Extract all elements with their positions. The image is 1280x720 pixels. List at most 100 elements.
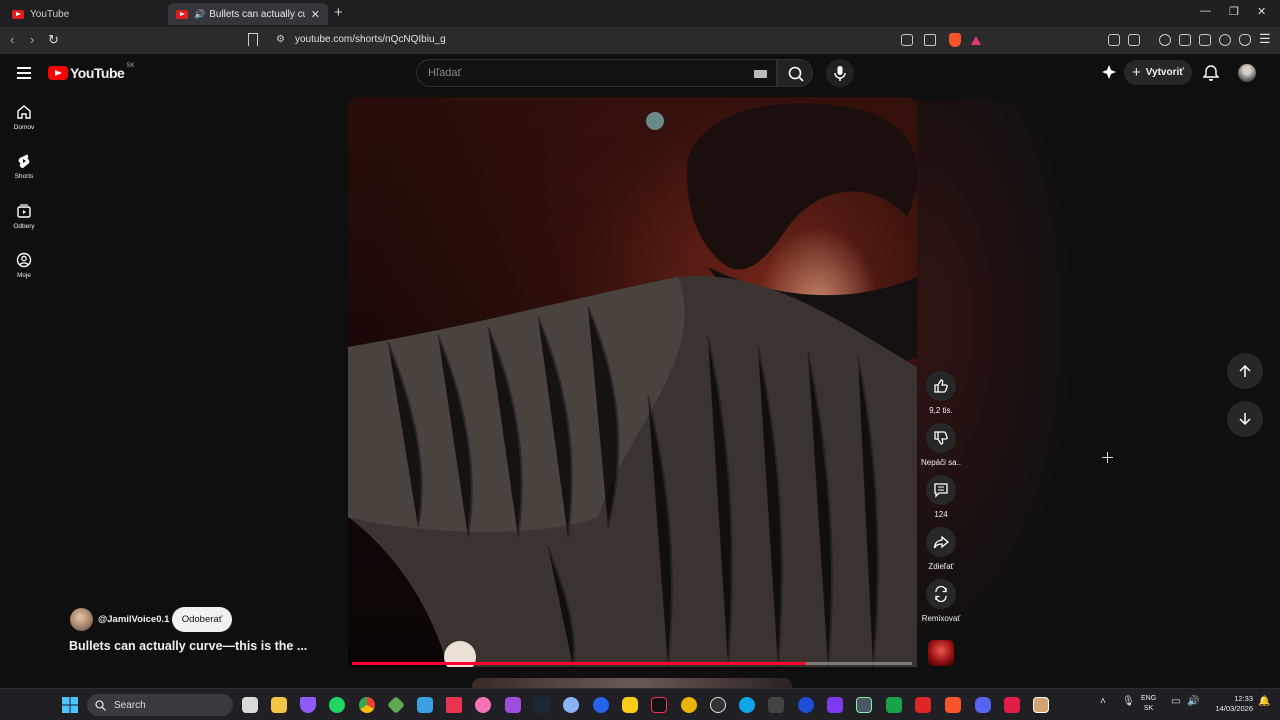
next-short-button[interactable] [1227, 401, 1263, 437]
spotify-icon[interactable] [329, 697, 345, 713]
extensions-icon[interactable] [1108, 34, 1120, 46]
app-blue-icon[interactable] [593, 697, 609, 713]
sidebar-item-shorts[interactable]: Shorts [4, 153, 44, 180]
notepad-icon[interactable] [417, 697, 433, 713]
app-chart-icon[interactable] [886, 697, 902, 713]
sidebar-item-subscriptions[interactable]: Odbery [4, 203, 44, 230]
bookmark-icon[interactable] [248, 33, 258, 46]
like-button[interactable]: 9,2 tis. [918, 371, 964, 415]
notifications-bell-icon[interactable] [1203, 64, 1219, 81]
youtube-logo[interactable]: YouTube SK [48, 63, 134, 81]
voice-search-button[interactable] [826, 59, 854, 87]
minimize-icon[interactable]: — [1200, 5, 1211, 17]
subscribe-button[interactable]: Odoberať [172, 607, 232, 632]
sound-source-thumbnail[interactable] [928, 640, 954, 666]
app-grey-icon[interactable] [768, 697, 784, 713]
cast-icon[interactable] [901, 34, 913, 46]
wallet-icon[interactable] [1199, 34, 1211, 46]
lang-bottom: SK [1143, 705, 1154, 712]
share-button[interactable]: Zdieľať [918, 527, 964, 571]
tab-close-icon[interactable]: ✕ [311, 8, 320, 21]
keyboard-icon[interactable] [754, 70, 767, 78]
account-avatar[interactable] [1238, 64, 1256, 82]
search-input[interactable]: Hľadať [416, 59, 777, 87]
notifications-icon[interactable]: 🔔 [1258, 696, 1270, 707]
leo-ai-icon[interactable] [1219, 34, 1231, 46]
browser-tab-youtube[interactable]: YouTube [4, 3, 164, 25]
obsidian-icon[interactable] [505, 697, 521, 713]
file-explorer-icon[interactable] [271, 697, 287, 713]
search-button[interactable] [777, 59, 813, 87]
chrome-icon[interactable] [359, 697, 375, 713]
back-icon[interactable]: ‹ [10, 32, 14, 47]
sidebar-item-home[interactable]: Domov [4, 104, 44, 131]
discord-icon[interactable] [975, 697, 991, 713]
proton-vpn-icon[interactable] [300, 697, 316, 713]
video-progress-bar[interactable] [352, 662, 912, 665]
tray-overflow-icon[interactable]: ˄ [1100, 696, 1106, 707]
system-clock[interactable]: 12:33 14/03/2026 [1207, 694, 1253, 714]
media-icon[interactable] [1159, 34, 1171, 46]
plus-icon: + [1131, 64, 1141, 81]
create-button[interactable]: + Vytvoriť [1124, 60, 1192, 85]
search-placeholder: Hľadať [428, 67, 462, 79]
terminal-icon[interactable] [856, 697, 872, 713]
youtube-favicon-icon [12, 9, 24, 19]
github-icon[interactable] [710, 697, 726, 713]
brave-shields-icon[interactable] [949, 33, 961, 47]
brave-rewards-icon[interactable] [971, 36, 981, 45]
channel-name[interactable]: @JamilVoice0.1 [98, 614, 169, 625]
sidebar-item-you[interactable]: Moje [4, 252, 44, 279]
app-bolt-icon[interactable] [446, 697, 462, 713]
minecraft-icon[interactable] [386, 695, 406, 715]
app-rose-icon[interactable] [1004, 697, 1020, 713]
address-bar-url[interactable]: youtube.com/shorts/nQcNQIbiu_g [295, 34, 446, 45]
share-page-icon[interactable] [924, 34, 936, 46]
screenshot-icon[interactable] [1128, 34, 1140, 46]
menu-icon[interactable]: ☰ [1259, 31, 1271, 47]
previous-short-button[interactable] [1227, 353, 1263, 389]
vpn-icon[interactable] [1239, 34, 1251, 46]
app-sphere-icon[interactable] [563, 697, 579, 713]
windows-taskbar: Search ˄ 🎙 ENG SK ▭ 🔊 12:33 14/03/2026 🔔 [0, 688, 1280, 720]
ai-sparkle-icon[interactable] [1101, 64, 1117, 80]
short-video-player[interactable] [348, 97, 917, 667]
comments-button[interactable]: 124 [918, 475, 964, 519]
next-short-preview[interactable] [472, 678, 792, 688]
language-indicator[interactable]: ENG SK [1141, 694, 1156, 714]
sidebar-toggle-icon[interactable] [1179, 34, 1191, 46]
windows-start-icon[interactable] [62, 697, 78, 713]
volume-icon[interactable]: 🔊 [1187, 696, 1199, 707]
taskbar-search-box[interactable]: Search [87, 694, 233, 716]
app-purple-icon[interactable] [827, 697, 843, 713]
remix-button[interactable]: Remixovať [918, 579, 964, 623]
channel-avatar[interactable] [70, 608, 93, 631]
app-coin-icon[interactable] [681, 697, 697, 713]
browser-tab-short[interactable]: 🔊 Bullets can actually curve—this is the… [168, 3, 328, 25]
app-red-icon[interactable] [915, 697, 931, 713]
reload-icon[interactable]: ↻ [48, 32, 59, 48]
steam-icon[interactable] [534, 697, 550, 713]
network-icon[interactable]: ▭ [1171, 696, 1180, 707]
video-title[interactable]: Bullets can actually curve—this is the .… [69, 639, 307, 653]
microphone-tray-icon[interactable]: 🎙 [1122, 696, 1135, 707]
edge-icon[interactable] [739, 697, 755, 713]
tiktok-icon[interactable] [651, 697, 667, 713]
app-yellow-icon[interactable] [622, 697, 638, 713]
restore-icon[interactable]: ❐ [1229, 5, 1239, 18]
tab-title: YouTube [30, 8, 70, 20]
site-info-icon[interactable]: ⚙ [276, 34, 285, 45]
brave-browser-icon[interactable] [945, 697, 961, 713]
app-active-icon[interactable] [1033, 697, 1049, 713]
search-icon [95, 699, 106, 711]
forward-icon[interactable]: › [30, 32, 34, 47]
you-icon [16, 252, 32, 268]
dislike-button[interactable]: Nepáči sa.. [918, 423, 964, 467]
window-close-icon[interactable]: ✕ [1257, 5, 1266, 18]
app-globe-icon[interactable] [798, 697, 814, 713]
speaker-icon[interactable]: 🔊 [194, 9, 205, 20]
new-tab-icon[interactable]: + [334, 4, 343, 21]
app-pink-icon[interactable] [475, 697, 491, 713]
hamburger-menu-icon[interactable] [17, 67, 31, 79]
task-view-icon[interactable] [242, 697, 258, 713]
